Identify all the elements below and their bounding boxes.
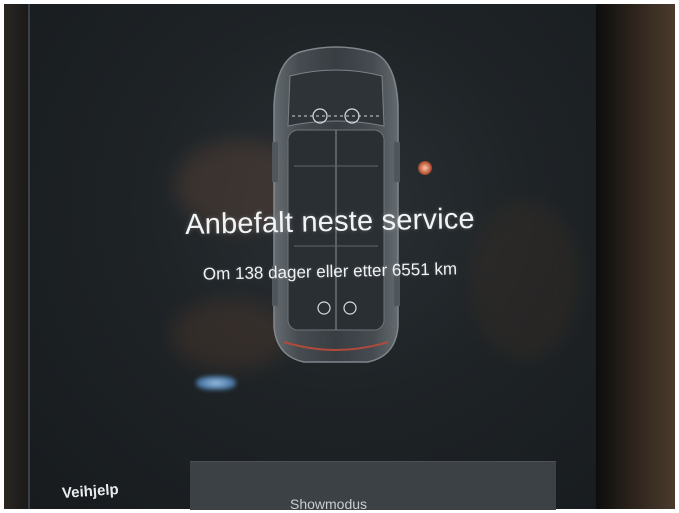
show-mode-bar[interactable]	[190, 461, 556, 510]
photo-frame: Anbefalt neste service Om 138 dager elle…	[0, 0, 679, 513]
show-mode-label: Showmodus	[290, 496, 368, 512]
reflection-light-spot	[418, 161, 432, 175]
right-bezel	[596, 4, 675, 509]
reflection-blue-spot	[196, 376, 236, 390]
